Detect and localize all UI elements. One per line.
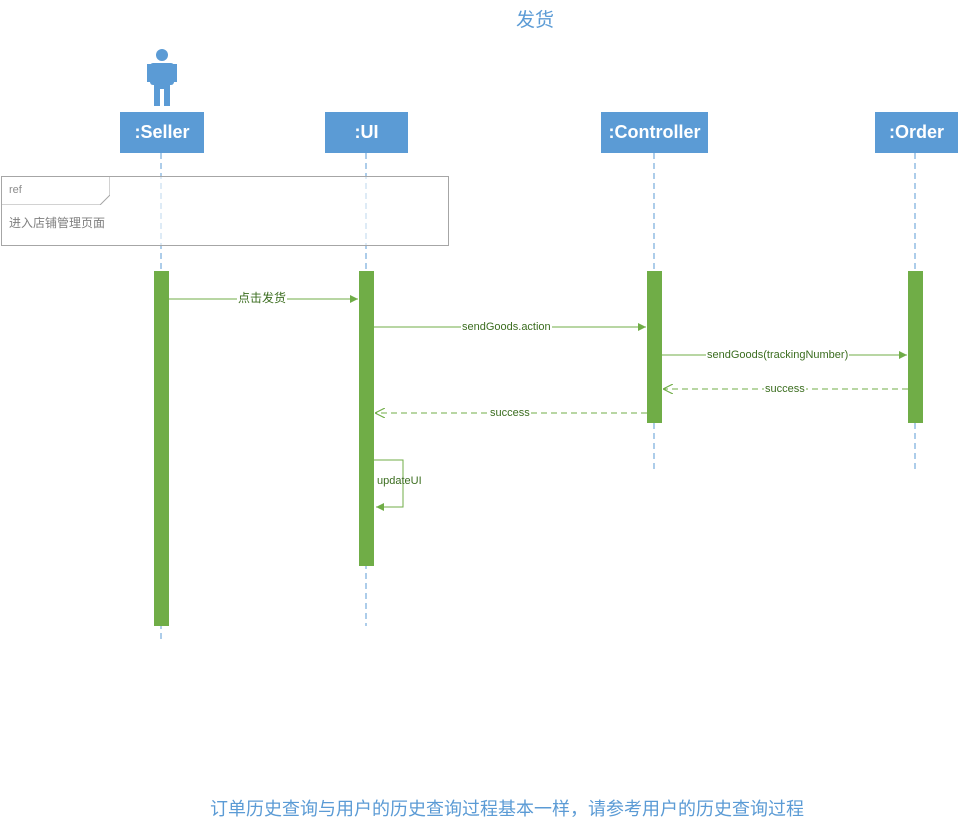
ref-fragment[interactable]: ref 进入店铺管理页面 — [1, 176, 449, 246]
ref-fragment-text: 进入店铺管理页面 — [9, 216, 106, 230]
activation-ui[interactable] — [359, 271, 374, 566]
footer-note: 订单历史查询与用户的历史查询过程基本一样，请参考用户的历史查询过程 — [210, 799, 804, 820]
ref-fragment-tag: ref — [9, 184, 22, 196]
message-label-sendgoods-action: sendGoods.action — [461, 321, 552, 334]
self-message-label-updateui: updateUI — [377, 475, 422, 487]
activation-controller[interactable] — [647, 271, 662, 423]
return-label-success-order: success — [764, 383, 806, 396]
activation-order[interactable] — [908, 271, 923, 423]
message-label-click-ship: 点击发货 — [237, 291, 288, 305]
sequence-diagram-canvas — [154, 153, 923, 642]
activation-seller[interactable] — [154, 271, 169, 626]
return-label-success-controller: success — [489, 407, 531, 420]
message-label-sendgoods-tracking: sendGoods(trackingNumber) — [706, 349, 850, 362]
